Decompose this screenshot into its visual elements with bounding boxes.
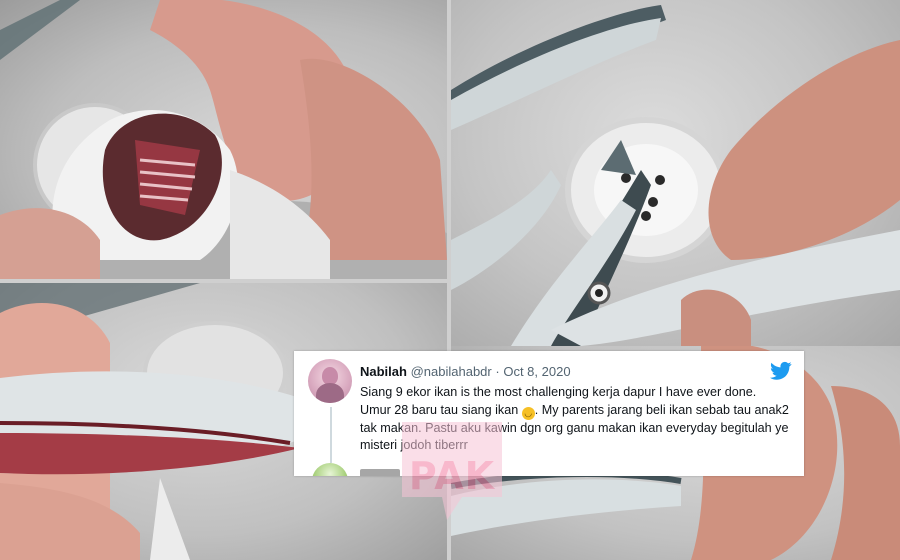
author-handle[interactable]: @nabilahabdr <box>411 364 492 379</box>
tweet-date[interactable]: Oct 8, 2020 <box>503 364 570 379</box>
author-name[interactable]: Nabilah <box>360 364 407 379</box>
tweet-header: Nabilah @nabilahabdr · Oct 8, 2020 <box>360 364 571 379</box>
avatar[interactable] <box>308 359 352 403</box>
fish-mouth-illustration <box>0 0 447 279</box>
tweet-card[interactable]: Nabilah @nabilahabdr · Oct 8, 2020 Siang… <box>294 351 804 476</box>
upside-down-face-icon: ◡ <box>521 406 535 420</box>
twitter-bird-icon[interactable] <box>770 361 792 381</box>
tweet-text: Siang 9 ekor ikan is the most challengin… <box>360 384 790 455</box>
separator-dot: · <box>495 364 500 379</box>
reply-avatar[interactable] <box>312 463 348 476</box>
reply-name-placeholder <box>360 469 400 476</box>
fish-drain-illustration <box>451 5 900 346</box>
avatar-body-shape <box>316 383 344 403</box>
photo-fish-mouth <box>0 0 447 279</box>
photo-fish-drain <box>451 0 900 346</box>
thread-line <box>330 407 332 463</box>
